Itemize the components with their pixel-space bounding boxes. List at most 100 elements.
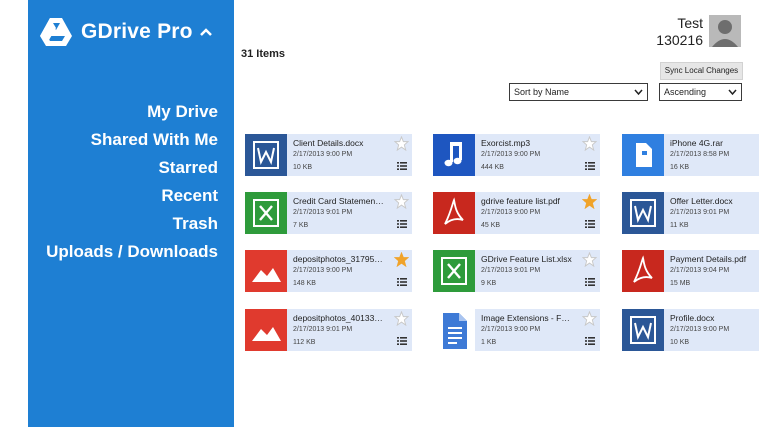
file-name: Credit Card Statement.xlsx	[293, 196, 385, 206]
audio-file-icon	[433, 134, 475, 176]
excel-file-icon	[433, 250, 475, 292]
user-first-name: Test	[677, 15, 703, 31]
sort-select[interactable]: Sort by Name	[509, 83, 648, 101]
star-icon[interactable]	[394, 136, 409, 151]
nav-item-recent[interactable]: Recent	[46, 182, 218, 210]
file-date: 2/17/2013 9:00 PM	[481, 209, 541, 216]
user-account[interactable]: Test 130216	[656, 15, 741, 49]
file-size: 1 KB	[481, 339, 497, 346]
file-date: 2/17/2013 9:00 PM	[293, 267, 353, 274]
file-tile[interactable]: depositphotos_4013380-... 2/17/2013 9:01 …	[245, 309, 412, 351]
file-size: 11 KB	[670, 222, 689, 229]
star-icon[interactable]	[582, 311, 597, 326]
file-tile[interactable]: depositphotos_3179570-... 2/17/2013 9:00 …	[245, 250, 412, 292]
file-date: 2/17/2013 9:00 PM	[481, 151, 541, 158]
image-file-icon	[245, 309, 287, 351]
file-name: GDrive Feature List.xlsx	[481, 254, 572, 264]
drive-logo-icon	[40, 18, 72, 46]
pdf-file-icon	[433, 192, 475, 234]
file-name: Profile.docx	[670, 313, 715, 323]
file-tile[interactable]: Profile.docx 2/17/2013 9:00 PM 10 KB	[622, 309, 759, 351]
file-tile[interactable]: Exorcist.mp3 2/17/2013 9:00 PM 444 KB	[433, 134, 600, 176]
file-date: 2/17/2013 8:58 PM	[670, 151, 730, 158]
user-second-name: 130216	[656, 32, 703, 48]
chevron-down-icon	[728, 89, 737, 96]
app-title: GDrive Pro	[81, 20, 193, 43]
star-filled-icon[interactable]	[394, 252, 409, 267]
file-name: depositphotos_3179570-...	[293, 254, 385, 264]
file-size: 7 KB	[293, 222, 309, 229]
file-date: 2/17/2013 9:01 PM	[293, 326, 353, 333]
word-file-icon	[622, 309, 664, 351]
file-date: 2/17/2013 9:01 PM	[481, 267, 541, 274]
sync-local-changes-button[interactable]: Sync Local Changes	[660, 62, 743, 80]
file-menu-icon[interactable]	[585, 220, 595, 228]
file-date: 2/17/2013 9:04 PM	[670, 267, 730, 274]
file-tile[interactable]: Credit Card Statement.xlsx 2/17/2013 9:01…	[245, 192, 412, 234]
file-tile[interactable]: iPhone 4G.rar 2/17/2013 8:58 PM 16 KB	[622, 134, 759, 176]
file-menu-icon[interactable]	[585, 278, 595, 286]
file-name: Client Details.docx	[293, 138, 364, 148]
star-icon[interactable]	[582, 136, 597, 151]
text-file-icon	[433, 309, 475, 351]
user-names: Test 130216	[656, 15, 703, 49]
file-size: 444 KB	[481, 164, 504, 171]
item-count: 31 Items	[241, 48, 286, 60]
nav-item-trash[interactable]: Trash	[46, 210, 218, 238]
file-size: 112 KB	[293, 339, 316, 346]
file-size: 16 KB	[670, 164, 690, 171]
file-name: Payment Details.pdf	[670, 254, 747, 264]
file-menu-icon[interactable]	[397, 278, 407, 286]
sort-select-value: Sort by Name	[514, 87, 570, 97]
chevron-down-icon	[634, 89, 643, 96]
sidebar: GDrive Pro My Drive Shared With Me Starr…	[28, 0, 234, 427]
file-tile[interactable]: gdrive feature list.pdf 2/17/2013 9:00 PM…	[433, 192, 600, 234]
file-size: 10 KB	[293, 164, 313, 171]
file-tile[interactable]: Client Details.docx 2/17/2013 9:00 PM 10 K…	[245, 134, 412, 176]
pdf-file-icon	[622, 250, 664, 292]
file-date: 2/17/2013 9:00 PM	[481, 326, 541, 333]
star-icon[interactable]	[582, 252, 597, 267]
user-silhouette-icon	[712, 20, 738, 47]
word-file-icon	[622, 192, 664, 234]
file-date: 2/17/2013 9:00 PM	[670, 326, 730, 333]
nav-item-uploads-downloads[interactable]: Uploads / Downloads	[46, 238, 218, 266]
file-name: Exorcist.mp3	[481, 138, 531, 148]
file-name: gdrive feature list.pdf	[481, 196, 560, 206]
file-size: 148 KB	[293, 280, 316, 287]
file-menu-icon[interactable]	[585, 337, 595, 345]
nav-item-starred[interactable]: Starred	[46, 154, 218, 182]
file-size: 10 KB	[670, 339, 690, 346]
file-name: iPhone 4G.rar	[670, 138, 723, 148]
file-menu-icon[interactable]	[397, 337, 407, 345]
file-menu-icon[interactable]	[585, 162, 595, 170]
nav-item-my-drive[interactable]: My Drive	[46, 98, 218, 126]
file-tile[interactable]: Offer Letter.docx 2/17/2013 9:01 PM 11 KB	[622, 192, 759, 234]
file-menu-icon[interactable]	[397, 162, 407, 170]
avatar[interactable]	[709, 15, 741, 47]
file-name: Offer Letter.docx	[670, 196, 733, 206]
file-tile[interactable]: GDrive Feature List.xlsx 2/17/2013 9:01 P…	[433, 250, 600, 292]
star-icon[interactable]	[394, 194, 409, 209]
image-file-icon	[245, 250, 287, 292]
file-date: 2/17/2013 9:00 PM	[293, 151, 353, 158]
file-size: 9 KB	[481, 280, 497, 287]
word-file-icon	[245, 134, 287, 176]
file-tile[interactable]: Image Extensions - Fake.txt 2/17/2013 9:0…	[433, 309, 600, 351]
file-menu-icon[interactable]	[397, 220, 407, 228]
file-name: depositphotos_4013380-...	[293, 313, 385, 323]
order-select-value: Ascending	[664, 87, 707, 97]
archive-file-icon	[622, 134, 664, 176]
nav-item-shared-with-me[interactable]: Shared With Me	[46, 126, 218, 154]
app-header[interactable]: GDrive Pro	[38, 12, 213, 52]
file-size: 15 MB	[670, 280, 691, 287]
file-tile[interactable]: Payment Details.pdf 2/17/2013 9:04 PM 15 M…	[622, 250, 759, 292]
excel-file-icon	[245, 192, 287, 234]
order-select[interactable]: Ascending	[659, 83, 742, 101]
sidebar-nav: My Drive Shared With Me Starred Recent T…	[46, 98, 218, 266]
star-filled-icon[interactable]	[582, 194, 597, 209]
file-name: Image Extensions - Fake.txt	[481, 313, 573, 323]
file-date: 2/17/2013 9:01 PM	[293, 209, 353, 216]
star-icon[interactable]	[394, 311, 409, 326]
chevron-up-icon[interactable]	[199, 25, 213, 39]
